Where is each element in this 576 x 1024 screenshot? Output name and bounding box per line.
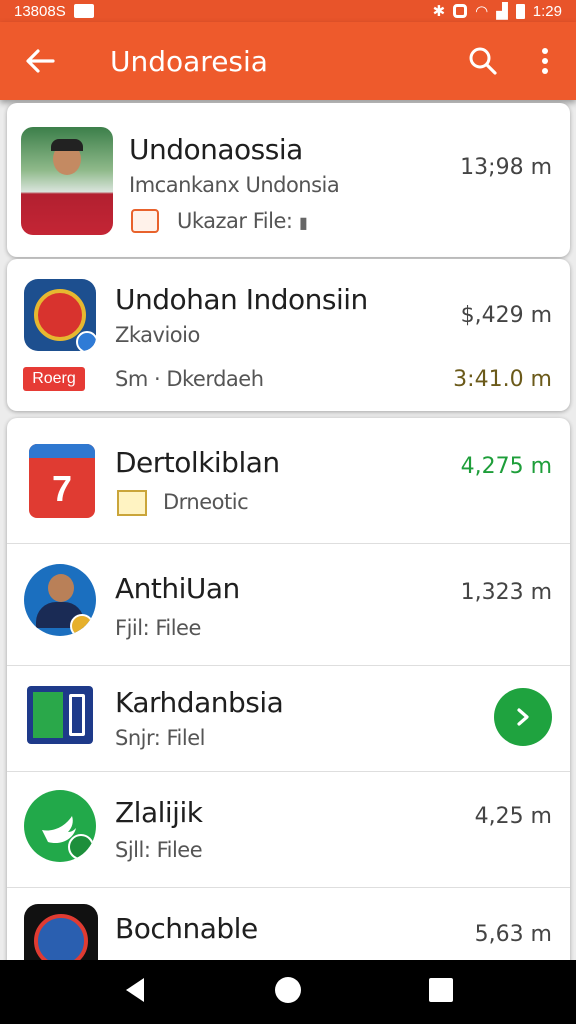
document-icon [117,490,147,516]
square-recents-icon [428,977,453,1002]
item-name: Undohan Indonsiin [115,283,368,316]
open-button[interactable] [494,688,552,746]
bluetooth-icon: ✱ [432,3,446,20]
app-bar: Undoaresia [0,22,576,100]
item-name: Bochnable [115,912,258,945]
search-icon [469,47,497,75]
file-badge-icon [131,209,159,233]
item-value: $,429 m [460,303,552,328]
avatar [24,564,96,636]
list-card: Roerg Undohan Indonsiin Zkavioio Sm · Dk… [7,259,570,411]
item-value: 4,25 m [474,804,552,829]
status-left-text: 13808S [14,2,66,20]
list-item[interactable]: 7 Dertolkiblan Drneotic 4,275 m [7,418,570,544]
item-value: 1,323 m [460,580,552,605]
list-item[interactable]: AnthiUan Fjil: Filee 1,323 m [7,544,570,666]
item-name: Zlalijik [115,796,203,829]
arrow-left-icon [26,49,55,73]
calendar-icon: 7 [29,444,95,518]
item-detail: Drneotic [163,490,249,514]
alarm-icon [453,4,468,18]
item-subtitle: Imcankanx Undonsia [129,173,340,197]
list-card: Undonaossia Imcankanx Undonsia Ukazar Fi… [7,103,570,257]
sheet-app-icon [27,686,93,744]
list-card: 7 Dertolkiblan Drneotic 4,275 m AnthiUan… [7,418,570,978]
search-button[interactable] [452,22,514,100]
item-name: Karhdanbsia [115,686,284,719]
wifi-icon: ◠ [475,3,489,20]
avatar [21,127,113,235]
signal-icon: ▟ [496,3,508,20]
item-value: 5,63 m [474,922,552,947]
item-value: 4,275 m [460,454,552,479]
item-value-secondary: 3:41.0 m [453,367,552,392]
item-name: Dertolkiblan [115,446,280,479]
item-detail: Snjr: Filel [115,726,205,750]
system-nav-bar [0,960,576,1024]
item-detail: Ukazar File: [177,209,293,233]
status-time: 1:29 [532,2,562,20]
list-item[interactable]: Karhdanbsia Snjr: Filel [7,666,570,772]
nav-back-button[interactable] [122,976,148,1009]
overflow-menu-button[interactable] [514,22,576,100]
circle-home-icon [274,976,301,1003]
battery-icon [515,3,525,19]
attachment-icon: ▮ [299,215,308,232]
app-title: Undoaresia [110,44,268,78]
notification-icon [73,4,94,18]
item-subtitle: Zkavioio [115,323,200,347]
more-vert-icon [542,48,548,74]
item-name: AnthiUan [115,572,240,605]
item-name: Undonaossia [129,133,303,166]
nav-home-button[interactable] [273,975,303,1010]
chevron-right-icon [517,708,529,726]
nav-recents-button[interactable] [428,977,454,1008]
back-button[interactable] [0,22,80,100]
bird-app-icon [24,790,96,862]
status-bar: 13808S ✱ ◠ ▟ 1:29 [0,0,576,22]
triangle-back-icon [126,977,145,1002]
list-item[interactable]: Zlalijik Sjll: Filee 4,25 m [7,772,570,888]
item-detail: Sm · Dkerdaeh [115,367,264,391]
list-item[interactable]: Roerg Undohan Indonsiin Zkavioio Sm · Dk… [7,259,570,411]
item-detail: Sjll: Filee [115,838,203,862]
item-value: 13;98 m [460,155,552,180]
seal-icon [24,279,96,351]
item-detail: Fjil: Filee [115,616,201,640]
list-item[interactable]: Undonaossia Imcankanx Undonsia Ukazar Fi… [7,103,570,257]
item-badge: Roerg [23,367,85,391]
